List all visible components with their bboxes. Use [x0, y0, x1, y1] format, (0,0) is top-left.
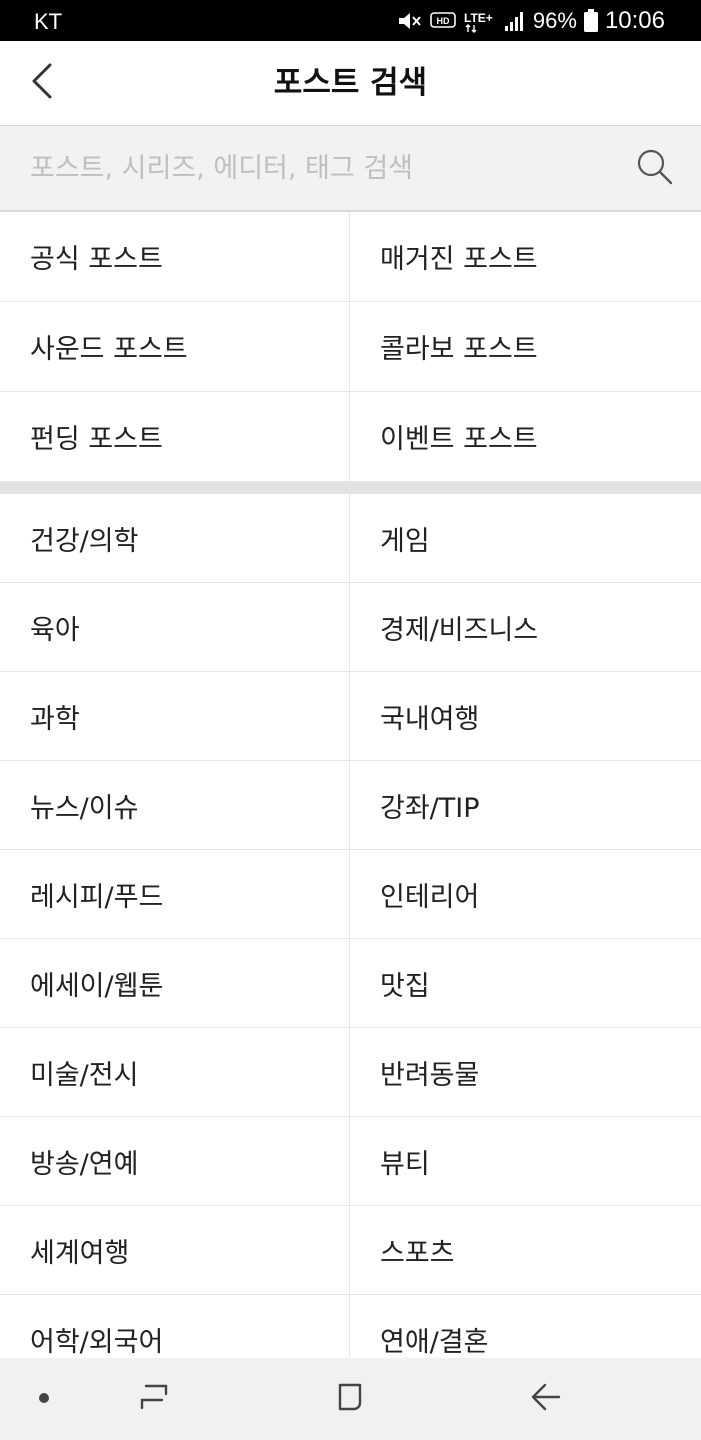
app-header: 포스트 검색: [0, 41, 701, 126]
category-item[interactable]: 인테리어: [350, 850, 701, 939]
carrier-label: KT: [34, 9, 63, 34]
battery-icon: [583, 9, 598, 33]
category-item[interactable]: 세계여행: [0, 1206, 350, 1295]
category-item[interactable]: 맛집: [350, 939, 701, 1028]
category-item[interactable]: 스포츠: [350, 1206, 701, 1295]
hd-icon: HD: [430, 11, 456, 31]
category-item[interactable]: 과학: [0, 672, 350, 761]
category-item[interactable]: 방송/연예: [0, 1117, 350, 1206]
system-nav-bar: [0, 1358, 701, 1440]
post-type-grid: 공식 포스트 매거진 포스트 사운드 포스트 콜라보 포스트 펀딩 포스트 이벤…: [0, 212, 701, 482]
category-grid: 건강/의학 게임 육아 경제/비즈니스 과학 국내여행 뉴스/이슈 강좌/TIP…: [0, 494, 701, 1384]
category-item[interactable]: 강좌/TIP: [350, 761, 701, 850]
search-bar: [0, 126, 701, 212]
status-icons: HD LTE+ 96% 10:06: [397, 7, 665, 35]
category-item[interactable]: 국내여행: [350, 672, 701, 761]
battery-percent: 96%: [532, 8, 577, 33]
signal-icon: [504, 10, 526, 32]
post-type-item[interactable]: 사운드 포스트: [0, 302, 350, 392]
category-item[interactable]: 미술/전시: [0, 1028, 350, 1117]
page-title: 포스트 검색: [273, 65, 428, 101]
search-input[interactable]: [30, 126, 610, 210]
status-bar: KT HD LTE+ 96% 10:06: [0, 0, 701, 41]
chevron-left-icon: [30, 63, 54, 103]
lte-label: LTE+: [464, 11, 493, 25]
post-type-item[interactable]: 공식 포스트: [0, 212, 350, 302]
recent-apps-button[interactable]: [134, 1379, 174, 1419]
back-arrow-icon: [529, 1382, 563, 1416]
home-button[interactable]: [330, 1379, 370, 1419]
category-item[interactable]: 에세이/웹툰: [0, 939, 350, 1028]
post-type-item[interactable]: 펀딩 포스트: [0, 392, 350, 482]
home-icon: [334, 1381, 366, 1417]
category-item[interactable]: 레시피/푸드: [0, 850, 350, 939]
post-type-item[interactable]: 매거진 포스트: [350, 212, 701, 302]
category-item[interactable]: 건강/의학: [0, 494, 350, 583]
post-type-item[interactable]: 콜라보 포스트: [350, 302, 701, 392]
category-item[interactable]: 뷰티: [350, 1117, 701, 1206]
mute-icon: [397, 10, 423, 32]
post-type-item[interactable]: 이벤트 포스트: [350, 392, 701, 482]
search-icon: [635, 149, 675, 191]
dot-icon: [37, 1390, 51, 1409]
category-item[interactable]: 반려동물: [350, 1028, 701, 1117]
category-item[interactable]: 뉴스/이슈: [0, 761, 350, 850]
section-divider: [0, 482, 701, 494]
back-button[interactable]: [20, 61, 64, 105]
category-item[interactable]: 경제/비즈니스: [350, 583, 701, 672]
nav-dot-button[interactable]: [24, 1379, 64, 1419]
clock: 10:06: [604, 7, 665, 34]
lte-icon: LTE+: [463, 9, 497, 33]
recent-apps-icon: [138, 1382, 170, 1416]
category-item[interactable]: 육아: [0, 583, 350, 672]
nav-back-button[interactable]: [526, 1379, 566, 1419]
search-button[interactable]: [635, 147, 675, 187]
category-item[interactable]: 게임: [350, 494, 701, 583]
svg-text:HD: HD: [436, 16, 449, 26]
